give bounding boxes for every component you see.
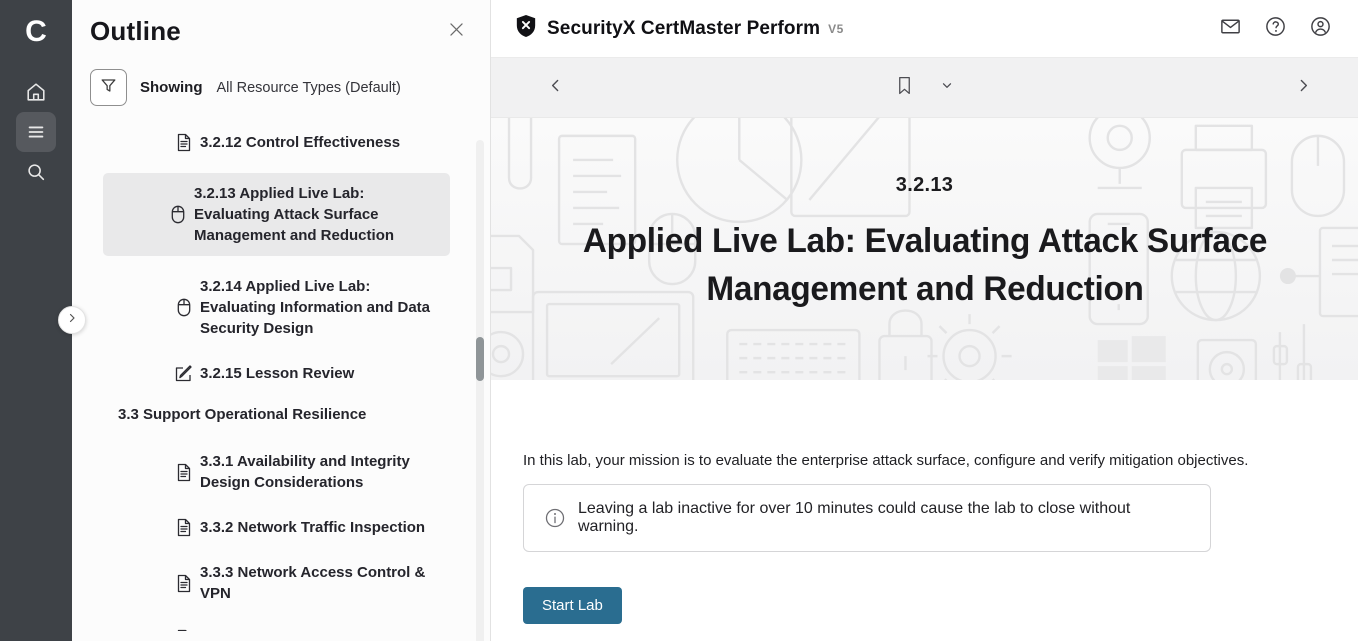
mail-icon [1219,15,1242,43]
search-icon [25,161,47,183]
outline-scrollbar-track[interactable] [476,140,484,641]
app-window: C Outli [0,0,1358,641]
search-button[interactable] [16,152,56,192]
bookmark-menu-button[interactable] [940,78,954,97]
lab-description: In this lab, your mission is to evaluate… [523,452,1358,469]
outline-item-label: 3.3.4 Proxies [200,628,292,631]
filter-value: All Resource Types (Default) [217,80,401,96]
inactivity-notice: Leaving a lab inactive for over 10 minut… [523,484,1211,552]
filter-button[interactable] [90,69,127,106]
chevron-right-icon [66,311,78,329]
outline-item[interactable]: 3.2.13 Applied Live Lab: Evaluating Atta… [103,173,450,256]
outline-item[interactable]: 3.3.1 Availability and Integrity Design … [168,447,450,497]
rail-nav [16,72,56,192]
lab-body: In this lab, your mission is to evaluate… [491,380,1358,641]
outline-item-label: 3.3.1 Availability and Integrity Design … [200,451,444,493]
icon-rail: C [0,0,72,641]
app-version: V5 [828,22,844,36]
lesson-hero-banner: 3.2.13 Applied Live Lab: Evaluating Atta… [491,118,1358,380]
messages-button[interactable] [1219,15,1242,43]
info-icon [544,507,566,529]
lesson-toolbar [491,58,1358,118]
document-icon [174,629,194,631]
comptia-logo: C [25,10,47,54]
bookmark-button[interactable] [895,75,914,101]
outline-item-label: 3.2.12 Control Effectiveness [200,132,400,153]
app-header: SecurityX CertMaster Perform V5 [491,0,1358,58]
document-icon [174,574,194,593]
chevron-down-icon [940,78,954,97]
lab-icon [168,205,188,224]
bookmark-icon [895,75,914,101]
close-icon [447,20,466,44]
help-icon [1264,15,1287,43]
outline-scrollbar-thumb[interactable] [476,337,484,381]
home-icon [25,81,47,103]
outline-item[interactable]: 3.2.12 Control Effectiveness [168,128,450,157]
outline-item[interactable]: 3.3.4 Proxies [168,624,450,631]
outline-item-label: 3.3.2 Network Traffic Inspection [200,517,425,538]
outline-item[interactable]: 3.3.2 Network Traffic Inspection [168,513,450,542]
edit-icon [174,365,194,383]
outline-item[interactable]: 3.2.14 Applied Live Lab: Evaluating Info… [168,272,450,343]
outline-panel: Outline Showing All Resource Types (Defa… [72,0,491,641]
outline-item-label: 3.2.15 Lesson Review [200,363,354,384]
start-lab-button[interactable]: Start Lab [523,587,622,624]
document-icon [174,463,194,482]
lesson-number: 3.2.13 [896,174,953,197]
outline-item-label: 3.2.14 Applied Live Lab: Evaluating Info… [200,276,444,339]
main-content: SecurityX CertMaster Perform V5 [491,0,1358,641]
close-outline-button[interactable] [444,20,468,44]
collapse-panel-button[interactable] [58,306,86,334]
app-title: SecurityX CertMaster Perform [547,18,820,40]
user-icon [1309,15,1332,43]
outline-section-header[interactable]: 3.3 Support Operational Resilience [118,404,490,425]
outline-item-label: 3.2.13 Applied Live Lab: Evaluating Atta… [194,183,442,246]
outline-list: 3.2.12 Control Effectiveness 3.2.13 Appli… [72,128,490,631]
home-button[interactable] [16,72,56,112]
securityx-shield-icon [515,14,537,43]
account-button[interactable] [1309,15,1332,43]
outline-item-label: 3.3.3 Network Access Control & VPN [200,562,444,604]
lab-icon [174,298,194,317]
outline-item[interactable]: 3.2.15 Lesson Review [168,359,450,388]
outline-menu-button[interactable] [16,112,56,152]
lesson-title: Applied Live Lab: Evaluating Attack Surf… [552,217,1297,313]
document-icon [174,518,194,537]
outline-panel-title: Outline [90,16,181,47]
menu-icon [25,121,47,143]
filter-funnel-icon [99,76,118,100]
brand: SecurityX CertMaster Perform V5 [515,14,844,43]
outline-item[interactable]: 3.3.3 Network Access Control & VPN [168,558,450,608]
filter-showing-label: Showing [140,79,203,96]
help-button[interactable] [1264,15,1287,43]
document-icon [174,133,194,152]
inactivity-notice-text: Leaving a lab inactive for over 10 minut… [578,500,1190,536]
